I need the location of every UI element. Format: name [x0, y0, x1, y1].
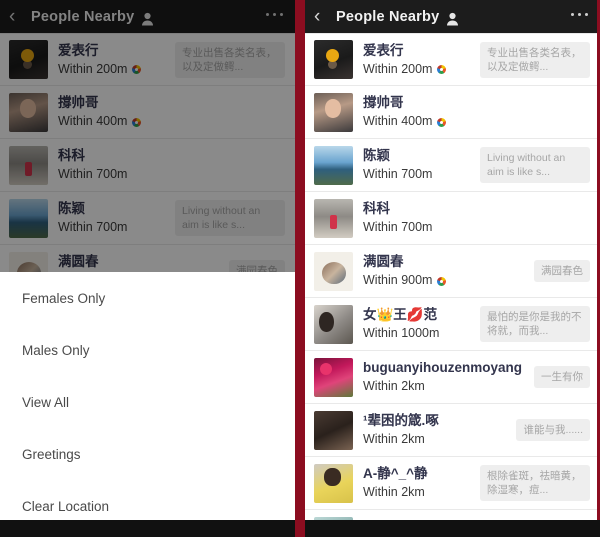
avatar[interactable]: [314, 92, 353, 132]
list-item[interactable]: 陈颖 Within 700m Living without an aim is li…: [305, 139, 600, 192]
user-name: 科科: [363, 201, 390, 216]
signature-badge: 根除雀斑，祛暗黄，除湿寒，痘...: [480, 465, 590, 501]
list-item[interactable]: buguanyihouzenmoyang Within 2km 一生有你: [305, 351, 600, 404]
right-bottom-bar: [305, 520, 600, 537]
avatar[interactable]: [314, 198, 353, 238]
action-sheet-item-1[interactable]: Males Only: [0, 324, 295, 376]
avatar[interactable]: [314, 251, 353, 291]
user-name: 陈颖: [363, 148, 390, 163]
distance-label: Within 1000m: [363, 325, 472, 341]
user-name: ¹辈困的箴.啄: [363, 413, 439, 428]
signature-badge: 最怕的是你是我的不将就，而我...: [480, 306, 590, 342]
distance-text: Within 200m: [363, 61, 433, 76]
distance-text: Within 400m: [363, 114, 433, 128]
list-item[interactable]: A-静^_^静 Within 2km 根除雀斑，祛暗黄，除湿寒，痘...: [305, 457, 600, 510]
distance-text: Within 900m: [363, 273, 433, 287]
list-item-meta: 满圆春 Within 900m: [363, 254, 526, 288]
list-item[interactable]: 女👑王💋范 Within 1000m 最怕的是你是我的不将就，而我...: [305, 298, 600, 351]
user-name: A-静^_^静: [363, 466, 428, 481]
signature-badge: 谁能与我......: [516, 419, 590, 441]
distance-label: Within 2km: [363, 484, 472, 500]
action-sheet-item-3[interactable]: Greetings: [0, 428, 295, 480]
list-item-meta: 女👑王💋范 Within 1000m: [363, 307, 472, 341]
distance-text: Within 700m: [363, 220, 433, 234]
signature-badge: 专业出售各类名表，以及定做鳄...: [480, 41, 590, 78]
avatar[interactable]: [314, 304, 353, 344]
avatar[interactable]: [314, 410, 353, 450]
right-nearby-list[interactable]: 爱表行 Within 200m 专业出售各类名表，以及定做鳄... 撐帅哥 Within…: [305, 33, 600, 537]
more-dots-icon[interactable]: [571, 13, 588, 20]
person-icon: [446, 12, 459, 26]
left-phone-panel: ‹ People Nearby 爱表行 Within 200m 专业出售各类名表，以…: [0, 0, 295, 537]
user-name: 女👑王💋范: [363, 307, 438, 322]
page-title: People Nearby: [336, 8, 440, 25]
screenshot-stage: ‹ People Nearby 爱表行 Within 200m 专业出售各类名表，以…: [0, 0, 600, 537]
user-name: 满圆春: [363, 254, 404, 269]
moments-icon[interactable]: [437, 65, 447, 74]
distance-text: Within 2km: [363, 379, 425, 393]
list-item[interactable]: 满圆春 Within 900m 满园春色: [305, 245, 600, 298]
action-sheet-item-2[interactable]: View All: [0, 376, 295, 428]
list-item-meta: 撐帅哥 Within 400m: [363, 95, 582, 129]
avatar[interactable]: [314, 145, 353, 185]
distance-label: Within 2km: [363, 378, 526, 394]
user-name: 撐帅哥: [363, 95, 404, 110]
distance-label: Within 700m: [363, 166, 472, 182]
user-name: buguanyihouzenmoyang: [363, 360, 523, 375]
list-item[interactable]: ¹辈困的箴.啄 Within 2km 谁能与我......: [305, 404, 600, 457]
user-name: 爱表行: [363, 42, 404, 58]
distance-label: Within 200m: [363, 61, 472, 77]
list-item[interactable]: 爱表行 Within 200m 专业出售各类名表，以及定做鳄...: [305, 33, 600, 86]
panel-divider: [295, 0, 305, 537]
list-item-meta: 爱表行 Within 200m: [363, 43, 472, 77]
filter-action-sheet[interactable]: Females Only Males Only View All Greetin…: [0, 272, 295, 520]
distance-text: Within 2km: [363, 485, 425, 499]
signature-badge: Living without an aim is like s...: [480, 147, 590, 183]
list-item-meta: ¹辈困的箴.啄 Within 2km: [363, 413, 508, 447]
signature-badge: 满园春色: [534, 260, 590, 282]
back-icon[interactable]: ‹: [314, 7, 330, 26]
right-navbar: ‹ People Nearby: [305, 0, 600, 33]
moments-icon[interactable]: [437, 117, 447, 127]
distance-label: Within 900m: [363, 272, 526, 288]
avatar[interactable]: [314, 357, 353, 397]
list-item[interactable]: 科科 Within 700m: [305, 192, 600, 245]
right-phone-panel: ‹ People Nearby 爱表行 Within 200m 专业出售各类名表，以…: [305, 0, 600, 537]
distance-text: Within 1000m: [363, 326, 440, 340]
distance-label: Within 2km: [363, 431, 508, 447]
distance-label: Within 700m: [363, 219, 582, 235]
list-item-meta: A-静^_^静 Within 2km: [363, 466, 472, 500]
list-item[interactable]: 撐帅哥 Within 400m: [305, 86, 600, 139]
moments-icon[interactable]: [437, 276, 447, 286]
left-bottom-bar: [0, 520, 295, 537]
avatar[interactable]: [314, 463, 353, 503]
signature-badge: 一生有你: [534, 366, 590, 388]
avatar[interactable]: [314, 40, 353, 79]
list-item-meta: 科科 Within 700m: [363, 201, 582, 235]
distance-label: Within 400m: [363, 113, 582, 129]
list-item-meta: 陈颖 Within 700m: [363, 148, 472, 182]
distance-text: Within 700m: [363, 167, 433, 181]
distance-text: Within 2km: [363, 432, 425, 446]
list-item-meta: buguanyihouzenmoyang Within 2km: [363, 360, 526, 394]
action-sheet-item-0[interactable]: Females Only: [0, 272, 295, 324]
